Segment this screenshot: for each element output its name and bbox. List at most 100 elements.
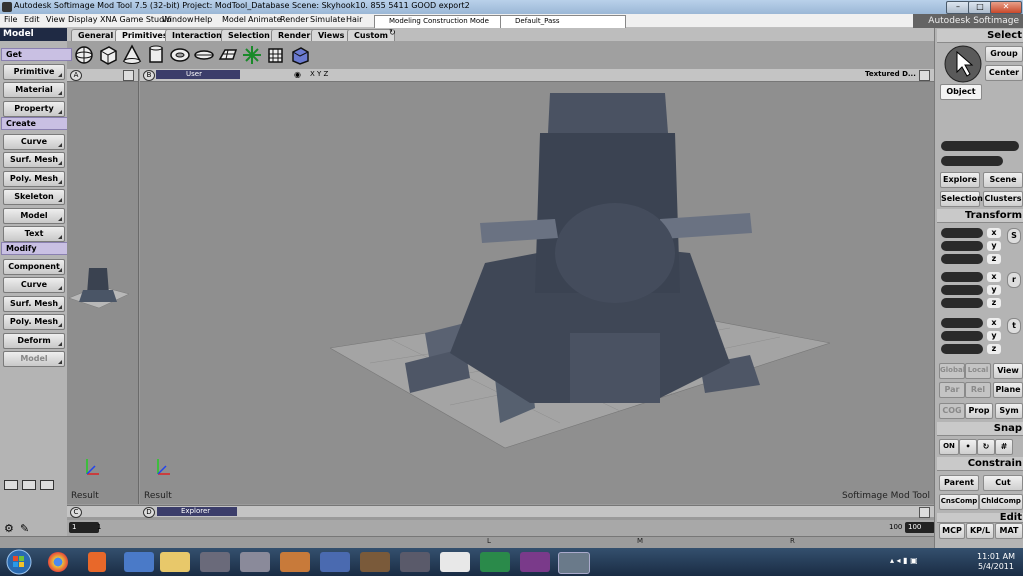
selection-field[interactable] <box>941 141 1019 151</box>
app-icon-10[interactable] <box>400 552 430 572</box>
viewport-c-letter[interactable]: C <box>70 507 82 518</box>
app-icon-11[interactable] <box>440 552 470 572</box>
snap-curve-icon[interactable]: ↻ <box>977 439 995 455</box>
timeline-end[interactable]: 100 <box>905 522 935 533</box>
app-icon-9[interactable] <box>360 552 390 572</box>
app-icon[interactable] <box>2 2 12 12</box>
app-icon-8[interactable] <box>320 552 350 572</box>
cone-icon[interactable] <box>121 44 143 66</box>
app-icon-13[interactable] <box>520 552 550 572</box>
menu-view[interactable]: View <box>46 15 65 24</box>
translate-z-field[interactable] <box>941 344 983 354</box>
tabs-scroll-icon[interactable]: ↻ <box>389 28 396 37</box>
plane-button[interactable]: Plane <box>993 382 1023 398</box>
deform-button[interactable]: Deform <box>3 333 65 349</box>
rel-button[interactable]: Rel <box>965 382 991 398</box>
maximize-viewport-icon[interactable] <box>919 70 930 81</box>
scale-y-field[interactable] <box>941 241 983 251</box>
filter-field[interactable] <box>941 156 1003 166</box>
app-icon-6[interactable] <box>240 552 270 572</box>
mode-selector[interactable]: Model <box>0 28 67 41</box>
minimize-button[interactable]: – <box>946 1 970 14</box>
disc-icon[interactable] <box>193 44 215 66</box>
snap-on-button[interactable]: ON <box>939 439 959 455</box>
explorer-folder-icon[interactable] <box>160 552 190 572</box>
brush-tool-icon[interactable]: ✎ <box>20 522 29 535</box>
null-icon[interactable] <box>241 44 263 66</box>
view-button[interactable]: View <box>993 363 1023 379</box>
modify-curve-button[interactable]: Curve <box>3 277 65 293</box>
app-icon-12[interactable] <box>480 552 510 572</box>
tab-selection[interactable]: Selection <box>221 29 277 41</box>
parent-button[interactable]: Parent <box>939 475 979 491</box>
layout-quad-icon[interactable] <box>40 480 54 490</box>
timeline[interactable]: 1 1 100 100 <box>67 520 935 536</box>
maximize-viewport-icon[interactable] <box>123 70 134 81</box>
snap-tool-icon[interactable]: ⚙ <box>4 522 14 535</box>
global-button[interactable]: Global <box>939 363 965 379</box>
viewport-d-letter[interactable]: D <box>143 507 155 518</box>
close-button[interactable]: ✕ <box>990 1 1022 14</box>
app-icon-3[interactable] <box>124 552 154 572</box>
primitive-button[interactable]: Primitive <box>3 64 65 80</box>
scene-button[interactable]: Scene <box>983 172 1023 188</box>
layout-split-icon[interactable] <box>22 480 36 490</box>
par-button[interactable]: Par <box>939 382 965 398</box>
tab-views[interactable]: Views <box>311 29 352 41</box>
scale-x-field[interactable] <box>941 228 983 238</box>
scale-z-field[interactable] <box>941 254 983 264</box>
app-icon-7[interactable] <box>280 552 310 572</box>
center-button[interactable]: Center <box>985 65 1023 81</box>
modify-model-button[interactable]: Model <box>3 351 65 367</box>
modify-poly-mesh-button[interactable]: Poly. Mesh <box>3 314 65 330</box>
kpl-button[interactable]: KP/L <box>966 523 994 539</box>
object-button[interactable]: Object <box>940 84 982 100</box>
app-icon-5[interactable] <box>200 552 230 572</box>
clock[interactable]: 11:01 AM 5/4/2011 <box>977 552 1015 572</box>
snap-point-icon[interactable]: • <box>959 439 977 455</box>
translate-y-field[interactable] <box>941 331 983 341</box>
eye-icon[interactable]: ◉ <box>294 70 301 79</box>
cube-blue-icon[interactable] <box>289 44 311 66</box>
timeline-start[interactable]: 1 <box>69 522 99 533</box>
material-button[interactable]: Material <box>3 82 65 98</box>
pass-select[interactable]: Default_Pass <box>500 15 626 29</box>
tab-general[interactable]: General <box>71 29 121 41</box>
torus-icon[interactable] <box>169 44 191 66</box>
menu-window[interactable]: Window <box>162 15 194 24</box>
translate-button[interactable]: t <box>1007 318 1021 334</box>
tab-custom[interactable]: Custom <box>347 29 395 41</box>
menu-file[interactable]: File <box>4 15 17 24</box>
media-player-icon[interactable] <box>88 552 106 572</box>
maximize-button[interactable]: □ <box>968 1 992 14</box>
cut-button[interactable]: Cut <box>983 475 1023 491</box>
maximize-viewport-icon[interactable] <box>919 507 930 518</box>
create-surf-mesh-button[interactable]: Surf. Mesh <box>3 152 65 168</box>
menu-hair[interactable]: Hair <box>346 15 362 24</box>
local-button[interactable]: Local <box>965 363 991 379</box>
menu-display[interactable]: Display <box>68 15 98 24</box>
rotate-button[interactable]: r <box>1007 272 1021 288</box>
snap-grid-icon[interactable]: # <box>995 439 1013 455</box>
mat-button[interactable]: MAT <box>995 523 1023 539</box>
tray-icons[interactable]: ▴ ◂ ▮ ▣ <box>890 556 918 565</box>
skeleton-button[interactable]: Skeleton <box>3 189 65 205</box>
grid-icon[interactable] <box>217 44 239 66</box>
menu-xna[interactable]: XNA Game Studio <box>100 15 171 24</box>
cylinder-icon[interactable] <box>145 44 167 66</box>
cnscomp-button[interactable]: CnsComp <box>939 494 979 510</box>
menu-render[interactable]: Render <box>280 15 308 24</box>
clusters-button[interactable]: Clusters <box>983 191 1023 207</box>
softimage-taskbar-icon[interactable] <box>558 552 590 574</box>
lattice-icon[interactable] <box>265 44 287 66</box>
chldcomp-button[interactable]: ChldComp <box>979 494 1023 510</box>
explorer-select[interactable]: Explorer <box>157 507 237 516</box>
layout-icon[interactable] <box>4 480 18 490</box>
rotate-x-field[interactable] <box>941 272 983 282</box>
axes-label[interactable]: X Y Z <box>310 70 328 78</box>
text-button[interactable]: Text <box>3 226 65 242</box>
scale-button[interactable]: S <box>1007 228 1021 244</box>
viewport-a[interactable]: A Result <box>67 69 139 504</box>
camera-select[interactable]: User <box>156 70 240 79</box>
menu-animate[interactable]: Animate <box>248 15 282 24</box>
